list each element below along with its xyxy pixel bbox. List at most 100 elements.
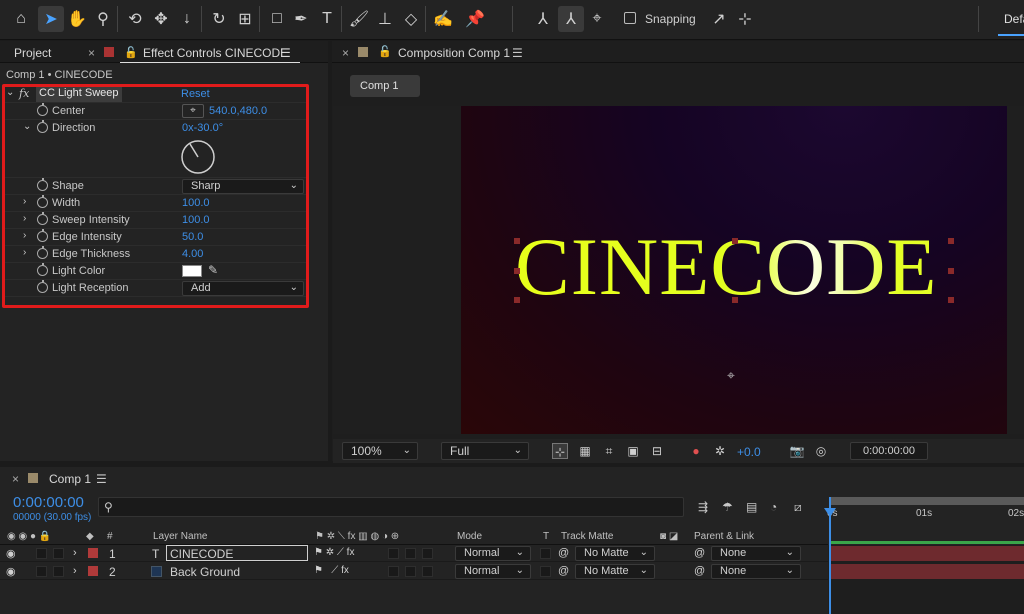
lock-icon[interactable]: 🔓: [124, 46, 138, 59]
show-snapshot-icon[interactable]: ◎: [813, 443, 829, 459]
solo-switch[interactable]: [36, 566, 47, 577]
hand-tool-icon[interactable]: ✋: [64, 6, 90, 32]
work-area-bar[interactable]: [830, 497, 1024, 505]
table-row[interactable]: ◉ › 2 Back Ground ⚑ ⟋ fx Normal ⌄ @ No M…: [0, 563, 828, 580]
bounding-handle[interactable]: [514, 238, 520, 244]
zoom-tool-icon[interactable]: ⚲: [90, 6, 116, 32]
chevron-right-icon[interactable]: ›: [73, 565, 77, 577]
pan-behind-tool-icon[interactable]: ⊞: [232, 6, 258, 32]
comp-navigator-chip[interactable]: Comp 1: [350, 75, 420, 97]
switch-box[interactable]: [422, 548, 433, 559]
tab-effect-controls[interactable]: Effect Controls CINECODE: [143, 46, 288, 60]
graph-editor-icon[interactable]: ⧄: [794, 500, 802, 515]
rectangle-tool-icon[interactable]: □: [264, 6, 290, 32]
bounding-handle[interactable]: [948, 238, 954, 244]
workspace-default-tab[interactable]: Defa: [1004, 12, 1024, 26]
close-icon[interactable]: ×: [342, 46, 349, 60]
pen-tool-icon[interactable]: ✒: [288, 6, 314, 32]
rotate-tool-icon[interactable]: ↻: [206, 6, 232, 32]
lock-icon[interactable]: 🔓: [378, 45, 392, 58]
brush-tool-icon[interactable]: 🖌: [346, 6, 372, 32]
shy-layers-icon[interactable]: ☂: [722, 500, 733, 514]
mode-dropdown[interactable]: Normal ⌄: [455, 564, 531, 579]
layer-switches[interactable]: ⚑ ✲ ⟋ fx: [314, 547, 354, 558]
current-timecode[interactable]: 0:00:00:00: [13, 494, 84, 511]
anchor-point-icon[interactable]: ⌖: [727, 367, 735, 384]
frame-blending-icon[interactable]: ▤: [746, 500, 757, 514]
grid-guides-icon[interactable]: ⊟: [649, 443, 665, 459]
table-row[interactable]: ◉ › 1 T CINECODE ⚑ ✲ ⟋ fx Normal ⌄ @ No …: [0, 545, 828, 562]
panel-menu-icon[interactable]: ☰: [96, 472, 107, 486]
timeline-search-input[interactable]: ⚲: [98, 497, 684, 517]
eraser-tool-icon[interactable]: ◇: [398, 6, 424, 32]
layer-name[interactable]: Back Ground: [170, 565, 240, 579]
bounding-handle[interactable]: [514, 268, 520, 274]
bounding-handle[interactable]: [948, 297, 954, 303]
orbit-camera-icon[interactable]: ⟲: [122, 6, 148, 32]
switch-box[interactable]: [405, 566, 416, 577]
dolly-camera-icon[interactable]: ↓: [174, 6, 200, 32]
tab-project[interactable]: Project: [14, 46, 51, 60]
layer-name[interactable]: CINECODE: [166, 545, 308, 561]
parent-pickwhip-icon[interactable]: @: [694, 565, 705, 577]
snap-features-icon[interactable]: ⊹: [732, 6, 758, 32]
column-header-layer-name[interactable]: Layer Name: [153, 531, 207, 542]
transparency-grid-icon[interactable]: ▦: [577, 443, 593, 459]
eye-icon[interactable]: ◉: [6, 565, 16, 578]
layer-label-color[interactable]: [88, 548, 98, 558]
switch-box[interactable]: [388, 548, 399, 559]
switch-box[interactable]: [388, 566, 399, 577]
type-tool-icon[interactable]: T: [314, 6, 340, 32]
preserve-transparency-box[interactable]: [540, 566, 551, 577]
switch-box[interactable]: [405, 548, 416, 559]
viewer-current-time[interactable]: 0:00:00:00: [850, 442, 928, 460]
pickwhip-icon[interactable]: @: [558, 565, 569, 577]
bounding-handle[interactable]: [732, 297, 738, 303]
parent-pickwhip-icon[interactable]: @: [694, 547, 705, 559]
tab-timeline-comp[interactable]: Comp 1: [49, 472, 91, 486]
layer-switches[interactable]: ⚑ ⟋ fx: [314, 565, 349, 576]
mode-dropdown[interactable]: Normal ⌄: [455, 546, 531, 561]
track-matte-dropdown[interactable]: No Matte ⌄: [575, 546, 655, 561]
close-icon[interactable]: ×: [88, 46, 95, 60]
lock-switch[interactable]: [53, 566, 64, 577]
panel-menu-icon[interactable]: ☰: [512, 46, 523, 60]
layer-duration-bar[interactable]: [830, 546, 1024, 561]
resolution-dropdown[interactable]: Full ⌄: [441, 442, 529, 460]
bounding-handle[interactable]: [732, 238, 738, 244]
layer-duration-bar[interactable]: [830, 564, 1024, 579]
parent-dropdown[interactable]: None ⌄: [711, 546, 801, 561]
mask-visibility-icon[interactable]: ⌗: [601, 443, 617, 459]
playhead-handle[interactable]: [824, 508, 836, 517]
bounding-handle[interactable]: [514, 297, 520, 303]
local-axis-mode-icon[interactable]: ⅄: [530, 6, 556, 32]
panel-menu-icon[interactable]: ☰: [280, 46, 291, 60]
motion-blur-icon[interactable]: ◔: [770, 500, 777, 514]
exposure-value[interactable]: +0.0: [737, 445, 761, 459]
chevron-right-icon[interactable]: ›: [73, 547, 77, 559]
puppet-pin-tool-icon[interactable]: 📌: [462, 6, 488, 32]
zoom-dropdown[interactable]: 100% ⌄: [342, 442, 418, 460]
switch-box[interactable]: [422, 566, 433, 577]
home-icon[interactable]: ⌂: [8, 6, 34, 32]
snapshot-camera-icon[interactable]: 📷: [789, 443, 805, 459]
region-of-interest-icon[interactable]: ▣: [625, 443, 641, 459]
solo-switch[interactable]: [36, 548, 47, 559]
tab-composition[interactable]: Composition Comp 1: [398, 46, 510, 60]
parent-dropdown[interactable]: None ⌄: [711, 564, 801, 579]
view-axis-mode-icon[interactable]: ⌖: [584, 6, 610, 32]
layer-label-color[interactable]: [88, 566, 98, 576]
preserve-transparency-box[interactable]: [540, 548, 551, 559]
track-matte-dropdown[interactable]: No Matte ⌄: [575, 564, 655, 579]
roto-brush-tool-icon[interactable]: ✍: [430, 6, 456, 32]
eye-icon[interactable]: ◉: [6, 547, 16, 560]
composition-mini-flowchart-icon[interactable]: ⇶: [698, 500, 708, 514]
close-icon[interactable]: ×: [12, 472, 19, 486]
clone-stamp-tool-icon[interactable]: ⊥: [372, 6, 398, 32]
canvas-text-layer[interactable]: CINECODE: [515, 226, 938, 308]
world-axis-mode-icon[interactable]: ⅄: [558, 6, 584, 32]
pickwhip-icon[interactable]: @: [558, 547, 569, 559]
snapping-checkbox[interactable]: [624, 12, 636, 24]
selection-tool-icon[interactable]: ➤: [38, 6, 64, 32]
reset-exposure-icon[interactable]: ✲: [712, 443, 728, 459]
